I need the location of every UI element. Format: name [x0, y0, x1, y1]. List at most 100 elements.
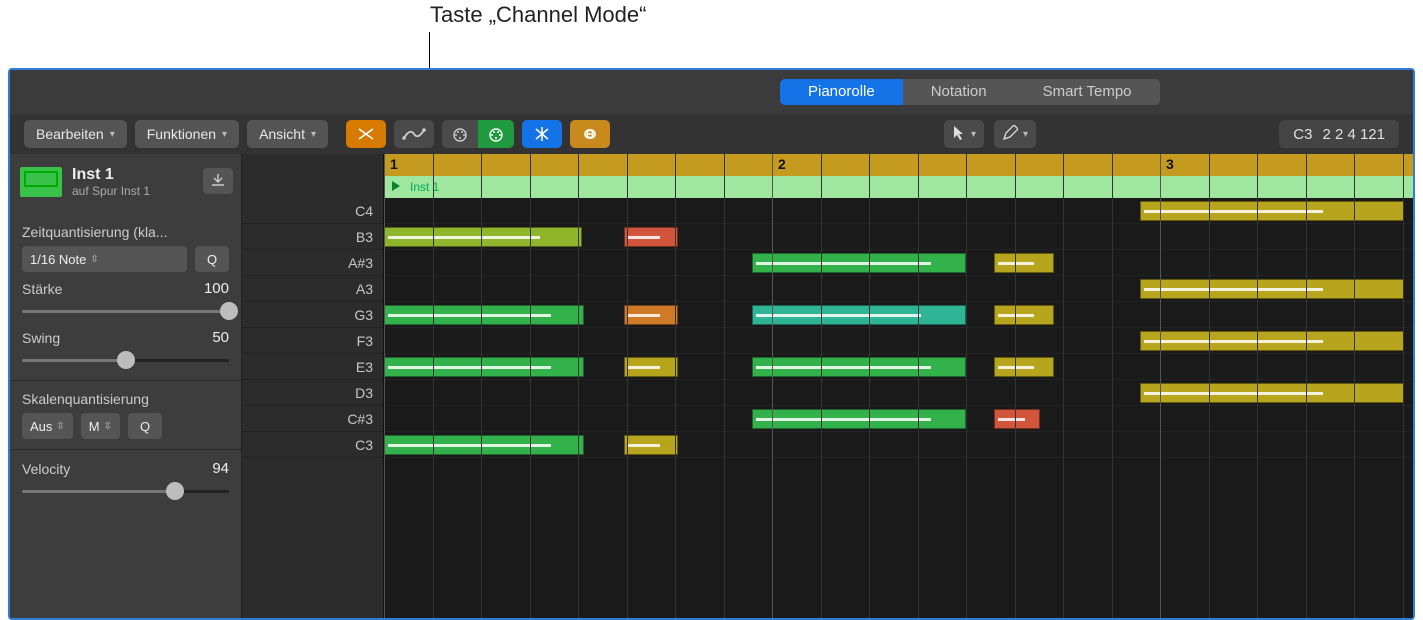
- catch-content-button[interactable]: [203, 168, 233, 194]
- midi-note[interactable]: [624, 357, 678, 377]
- midi-buttons: [442, 120, 514, 148]
- swing-slider[interactable]: [22, 350, 229, 370]
- midi-note[interactable]: [1140, 331, 1404, 351]
- automation-curve-button[interactable]: [394, 120, 434, 148]
- piano-key-label[interactable]: G3: [242, 302, 383, 328]
- menu-label: Bearbeiten: [36, 126, 104, 142]
- note-lane: [384, 276, 1413, 302]
- strength-value: 100: [204, 280, 229, 297]
- scale-root-select[interactable]: Aus ⇳: [22, 413, 73, 439]
- pointer-icon: [952, 125, 966, 144]
- note-lane: [384, 250, 1413, 276]
- scale-mode-select[interactable]: M ⇳: [81, 413, 120, 439]
- info-display: C3 2 2 4 121: [1279, 120, 1399, 148]
- tab-pianoroll[interactable]: Pianorolle: [780, 79, 903, 105]
- note-grid[interactable]: 1 2 3 Inst 1: [384, 154, 1413, 618]
- midi-note[interactable]: [384, 357, 584, 377]
- midi-note[interactable]: [752, 409, 966, 429]
- note-lane: [384, 328, 1413, 354]
- chevron-down-icon: ▾: [971, 129, 976, 140]
- catch-playhead-button[interactable]: [522, 120, 562, 148]
- midi-note[interactable]: [1140, 383, 1404, 403]
- swing-value: 50: [212, 329, 229, 346]
- info-position: 2 2 4 121: [1322, 126, 1385, 143]
- editor-tabs: Pianorolle Notation Smart Tempo: [780, 79, 1160, 105]
- catch-icon: [532, 125, 552, 143]
- strength-label: Stärke: [22, 281, 62, 297]
- midi-note[interactable]: [1140, 201, 1404, 221]
- menu-functions[interactable]: Funktionen▾: [135, 120, 239, 148]
- tab-smart-tempo[interactable]: Smart Tempo: [1015, 79, 1160, 105]
- midi-out-button[interactable]: [478, 120, 514, 148]
- region-strip[interactable]: Inst 1: [384, 176, 1413, 198]
- quantize-label: Zeitquantisierung (kla...: [22, 224, 168, 240]
- stepper-icon: ⇳: [104, 421, 112, 432]
- midi-note[interactable]: [384, 227, 582, 247]
- scale-apply-button[interactable]: Q: [128, 413, 162, 439]
- link-button[interactable]: [570, 120, 610, 148]
- editor-tab-row: Pianorolle Notation Smart Tempo: [10, 70, 1413, 114]
- bar-number: 3: [1166, 156, 1174, 172]
- instrument-icon: [20, 167, 62, 197]
- piano-key-label[interactable]: C4: [242, 198, 383, 224]
- info-note: C3: [1293, 126, 1312, 143]
- play-icon: [392, 181, 400, 191]
- cmd-click-tool[interactable]: ▾: [994, 120, 1036, 148]
- download-icon: [210, 173, 226, 190]
- bar-ruler[interactable]: 1 2 3: [384, 154, 1413, 176]
- note-lane: [384, 406, 1413, 432]
- menu-edit[interactable]: Bearbeiten ▾: [24, 120, 127, 148]
- velocity-slider[interactable]: [22, 481, 229, 501]
- midi-note[interactable]: [994, 409, 1040, 429]
- piano-key-label[interactable]: F3: [242, 328, 383, 354]
- piano-key-label[interactable]: A3: [242, 276, 383, 302]
- midi-note[interactable]: [624, 227, 678, 247]
- note-lane: [384, 302, 1413, 328]
- piano-key-column: C4B3A#3A3G3F3E3D3C#3C3: [242, 154, 384, 618]
- midi-note[interactable]: [994, 357, 1054, 377]
- piano-key-label[interactable]: B3: [242, 224, 383, 250]
- chevron-down-icon: ▾: [110, 129, 115, 140]
- inspector-panel: Inst 1 auf Spur Inst 1 Zeitquantisierung…: [10, 154, 242, 618]
- midi-note[interactable]: [752, 305, 966, 325]
- midi-note[interactable]: [384, 435, 584, 455]
- piano-key-label[interactable]: E3: [242, 354, 383, 380]
- piano-key-label[interactable]: C3: [242, 432, 383, 458]
- piano-key-label[interactable]: D3: [242, 380, 383, 406]
- midi-icon: [486, 126, 506, 142]
- note-lane: [384, 224, 1413, 250]
- midi-note[interactable]: [994, 253, 1054, 273]
- midi-note[interactable]: [384, 305, 584, 325]
- channel-mode-button[interactable]: [346, 120, 386, 148]
- piano-key-label[interactable]: C#3: [242, 406, 383, 432]
- region-header[interactable]: Inst 1 auf Spur Inst 1: [10, 154, 241, 210]
- bar-number: 1: [390, 156, 398, 172]
- quantize-value: 1/16 Note: [30, 252, 86, 267]
- piano-key-label[interactable]: A#3: [242, 250, 383, 276]
- midi-in-button[interactable]: [442, 120, 478, 148]
- midi-note[interactable]: [1140, 279, 1404, 299]
- toolbar: Bearbeiten ▾ Funktionen▾ Ansicht▾: [10, 114, 1413, 154]
- menu-view[interactable]: Ansicht▾: [247, 120, 328, 148]
- quantize-select[interactable]: 1/16 Note ⇳: [22, 246, 187, 272]
- note-lane: [384, 198, 1413, 224]
- left-click-tool[interactable]: ▾: [944, 120, 984, 148]
- strength-slider[interactable]: [22, 301, 229, 321]
- link-icon: [579, 127, 601, 141]
- midi-note[interactable]: [624, 435, 678, 455]
- note-lane: [384, 354, 1413, 380]
- stepper-icon: ⇳: [90, 254, 98, 265]
- channel-mode-icon: [356, 125, 376, 143]
- tab-notation[interactable]: Notation: [903, 79, 1015, 105]
- scale-quant-label: Skalenquantisierung: [22, 391, 149, 407]
- midi-note[interactable]: [994, 305, 1054, 325]
- midi-note[interactable]: [624, 305, 678, 325]
- quantize-apply-button[interactable]: Q: [195, 246, 229, 272]
- stepper-icon: ⇳: [56, 421, 64, 432]
- chevron-down-icon: ▾: [311, 129, 316, 140]
- midi-note[interactable]: [752, 357, 966, 377]
- midi-note[interactable]: [752, 253, 966, 273]
- region-subtitle: auf Spur Inst 1: [72, 184, 150, 198]
- note-lane: [384, 432, 1413, 458]
- bar-number: 2: [778, 156, 786, 172]
